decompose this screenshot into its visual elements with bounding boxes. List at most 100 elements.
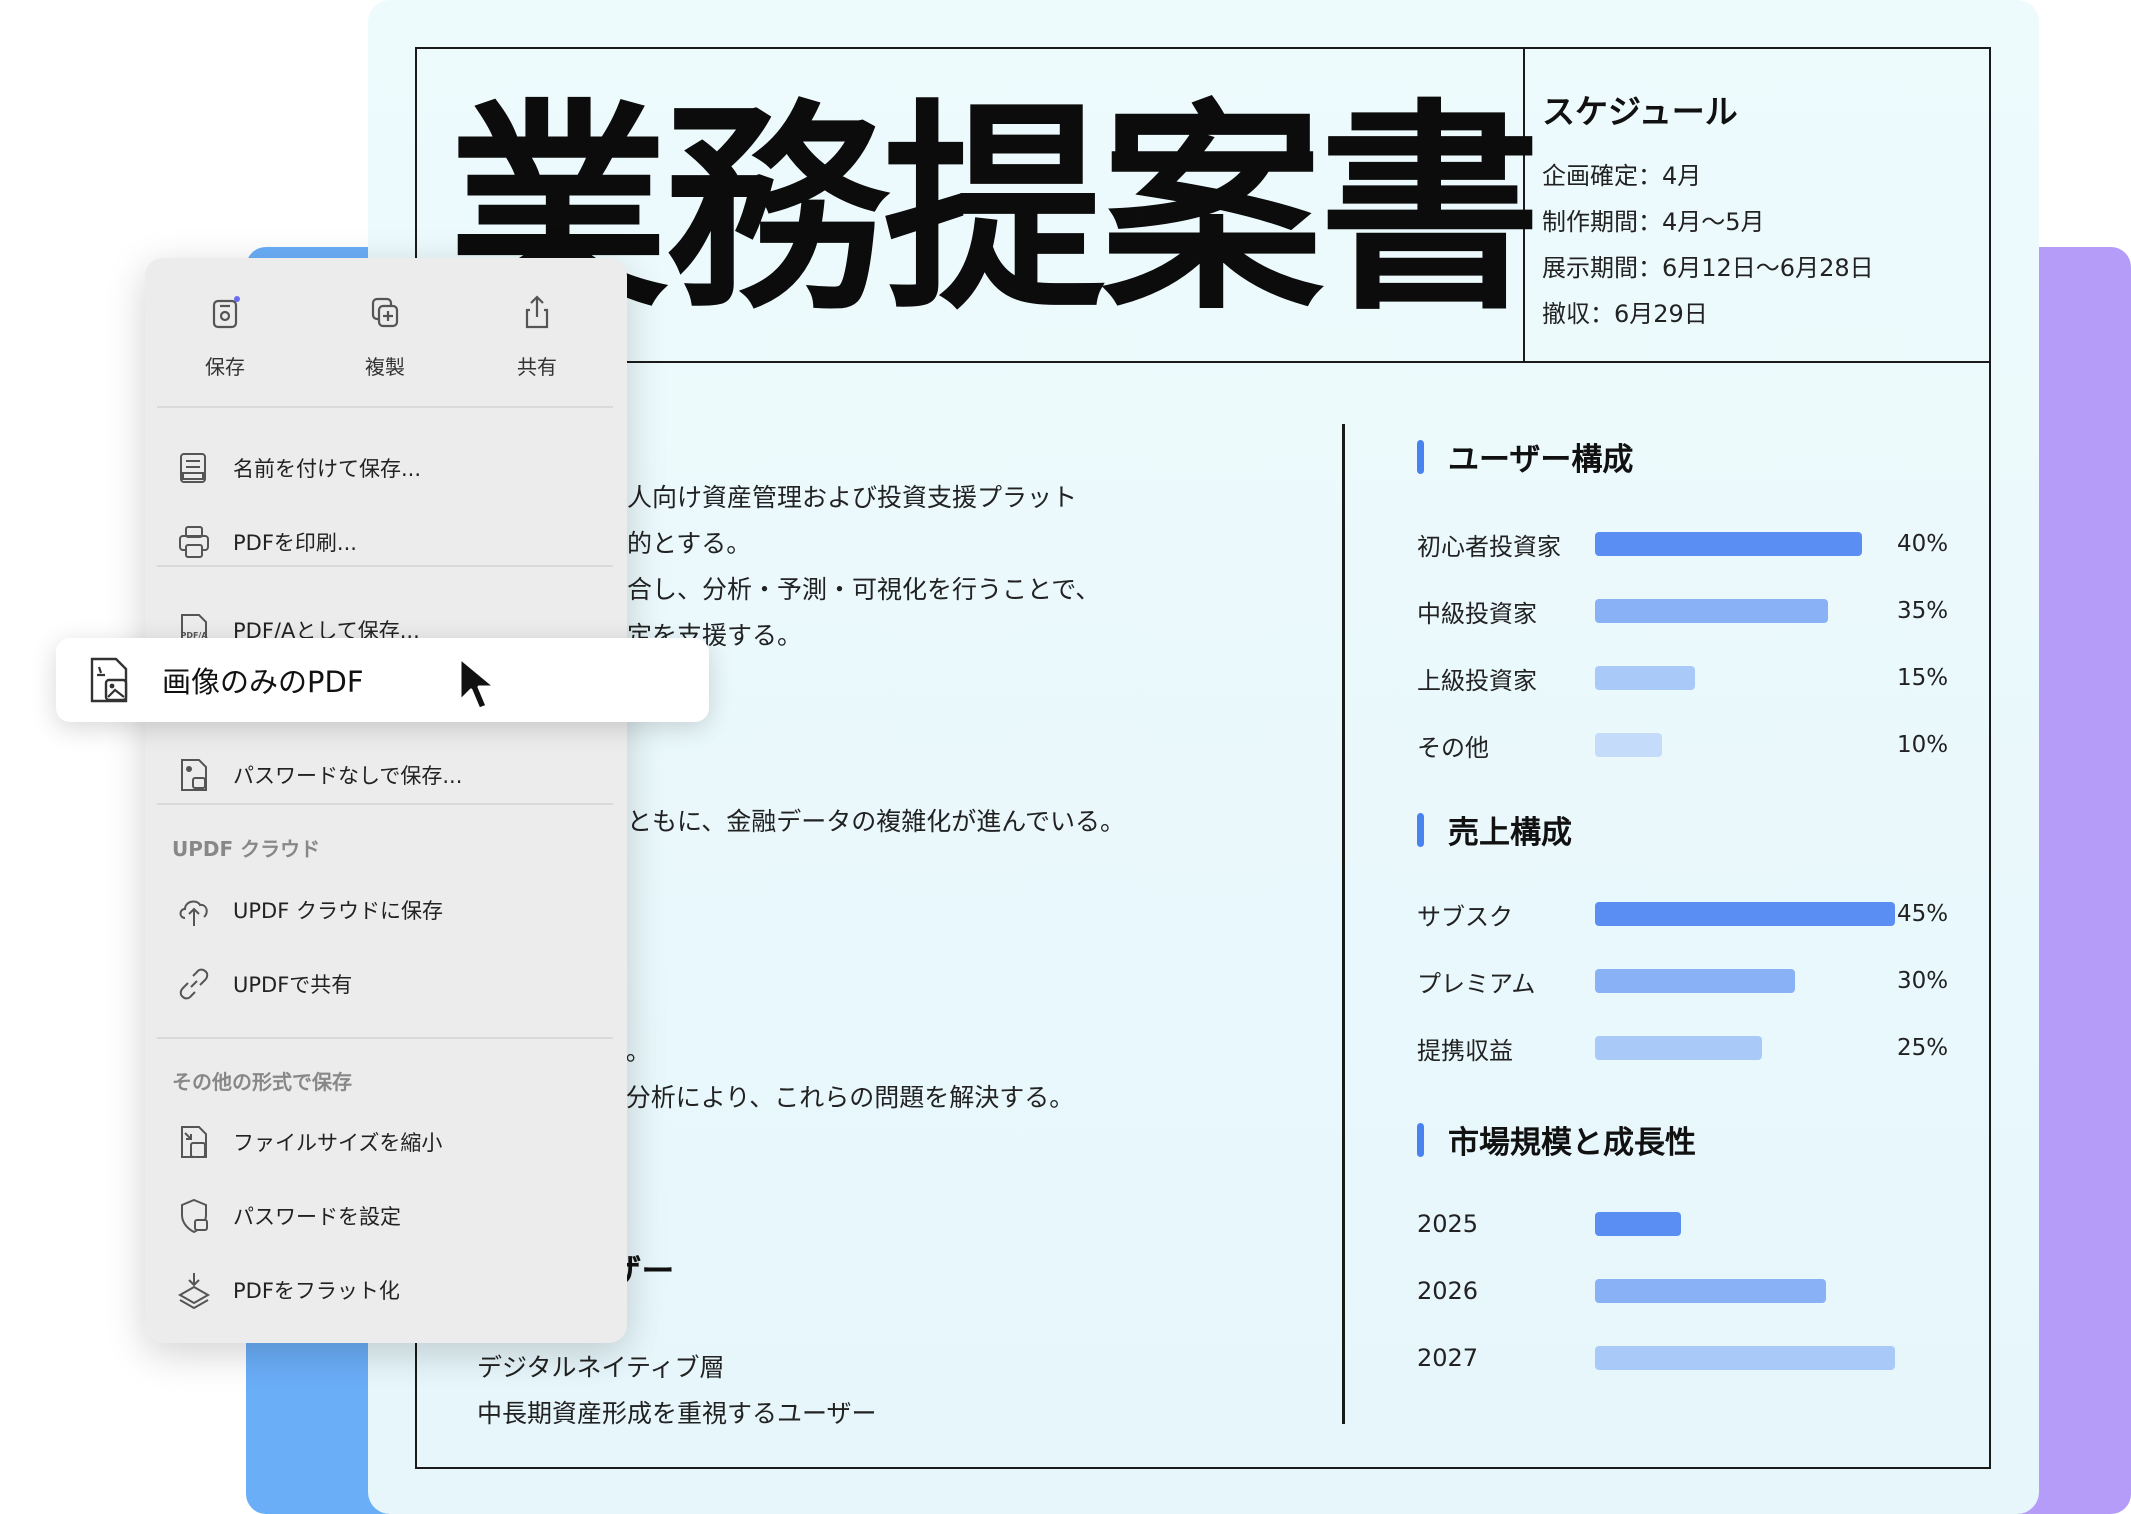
- menu-item-label: UPDF クラウドに保存: [233, 899, 443, 923]
- bar: [1595, 599, 1828, 623]
- column-divider: [1342, 424, 1345, 1424]
- unlock-document-icon: [181, 759, 207, 791]
- bar-track: [1595, 532, 1895, 556]
- bar-value-label: 25%: [1897, 1035, 1949, 1061]
- share-button[interactable]: 共有: [487, 293, 587, 380]
- menu-top-actions: 保存 複製 共有: [145, 293, 627, 379]
- bar-track: [1595, 969, 1895, 993]
- schedule-line: 企画確定：4月: [1542, 162, 1702, 190]
- title-accent-bar: [1417, 439, 1424, 474]
- paragraph-line: デジタルネイティブ層: [477, 1353, 725, 1382]
- chart-title-text: 売上構成: [1448, 815, 1572, 851]
- export-menu: 保存 複製 共有 名前を付けて保存... PDFを印刷... PDF/A PDF…: [145, 258, 627, 1343]
- menu-divider: [157, 803, 613, 805]
- bar-category-label: 中級投資家: [1417, 599, 1537, 628]
- bar-track: [1595, 902, 1895, 926]
- bar-row: 2027: [1417, 1338, 1957, 1378]
- menu-item-label: PDFをフラット化: [233, 1279, 400, 1303]
- schedule-box: スケジュール 企画確定：4月 制作期間：4月〜5月 展示期間：6月12日〜6月2…: [1542, 79, 1962, 337]
- schedule-line: 撤収：6月29日: [1542, 300, 1708, 328]
- menu-divider: [157, 1037, 613, 1039]
- duplicate-label: 複製: [365, 355, 405, 379]
- bar: [1595, 1346, 1895, 1370]
- bar-track: [1595, 1036, 1895, 1060]
- menu-item-image-only-pdf[interactable]: 画像のみのPDF: [56, 638, 709, 722]
- menu-item-label: パスワードを設定: [233, 1205, 401, 1229]
- bar-category-label: その他: [1417, 733, 1489, 762]
- other-formats-header: その他の形式で保存: [172, 1070, 352, 1094]
- bar-value-label: 15%: [1897, 665, 1949, 691]
- menu-item-flatten[interactable]: PDFをフラット化: [175, 1270, 400, 1310]
- title-accent-bar: [1417, 812, 1424, 847]
- bar: [1595, 532, 1862, 556]
- cloud-section-header: UPDF クラウド: [172, 837, 321, 861]
- bar-row: 提携収益 25%: [1417, 1028, 1957, 1068]
- chart-title-market: 市場規模と成長性: [1417, 1117, 1696, 1162]
- title-accent-bar: [1417, 1122, 1424, 1157]
- schedule-title: スケジュール: [1542, 92, 1738, 131]
- duplicate-button[interactable]: 複製: [335, 293, 435, 380]
- save-button[interactable]: 保存: [175, 293, 275, 380]
- bar: [1595, 1279, 1826, 1303]
- menu-divider: [157, 565, 613, 567]
- menu-item-label: ファイルサイズを縮小: [233, 1131, 443, 1155]
- bar-track: [1595, 1279, 1895, 1303]
- bar-category-label: 提携収益: [1417, 1036, 1513, 1065]
- save-as-icon: [180, 453, 206, 483]
- bar-value-label: 30%: [1897, 968, 1949, 994]
- duplicate-icon: [371, 297, 399, 328]
- menu-item-label: 画像のみのPDF: [162, 665, 364, 699]
- bar-row: プレミアム 30%: [1417, 961, 1957, 1001]
- menu-item-label: PDFを印刷...: [233, 531, 357, 555]
- bar-value-label: 45%: [1897, 901, 1949, 927]
- document-frame: 業務提案書 スケジュール 企画確定：4月 制作期間：4月〜5月 展示期間：6月1…: [415, 47, 1991, 1469]
- bar-row: 中級投資家 35%: [1417, 591, 1957, 631]
- menu-item-save-cloud[interactable]: UPDF クラウドに保存: [175, 890, 443, 930]
- bar: [1595, 1212, 1681, 1236]
- chart-title-text: 市場規模と成長性: [1448, 1125, 1696, 1161]
- bar-category-label: 2026: [1417, 1277, 1479, 1305]
- chart-title-users: ユーザー構成: [1417, 434, 1633, 479]
- bar-category-label: 初心者投資家: [1417, 532, 1561, 561]
- bar: [1595, 969, 1795, 993]
- bar-track: [1595, 733, 1895, 757]
- bar-value-label: 40%: [1897, 531, 1949, 557]
- bar-row: 2026: [1417, 1271, 1957, 1311]
- menu-item-reduce-size[interactable]: ファイルサイズを縮小: [175, 1122, 442, 1162]
- menu-item-label: パスワードなしで保存...: [233, 764, 463, 788]
- shield-lock-icon: [181, 1198, 208, 1234]
- bar-row: 初心者投資家 40%: [1417, 524, 1957, 564]
- menu-item-share-updf[interactable]: UPDFで共有: [175, 964, 352, 1004]
- cloud-upload-icon: [179, 900, 208, 926]
- schedule-line: 制作期間：4月〜5月: [1542, 208, 1765, 236]
- bar-category-label: サブスク: [1417, 902, 1513, 931]
- bar-track: [1595, 666, 1895, 690]
- bar-row: サブスク 45%: [1417, 894, 1957, 934]
- compress-icon: [181, 1126, 207, 1158]
- mouse-pointer-icon: [458, 656, 497, 711]
- share-icon: [525, 295, 549, 329]
- bar-row: その他 10%: [1417, 725, 1957, 765]
- menu-item-print[interactable]: PDFを印刷...: [175, 522, 357, 562]
- bar-value-label: 10%: [1897, 732, 1949, 758]
- bar-track: [1595, 599, 1895, 623]
- schedule-line: 展示期間：6月12日〜6月28日: [1542, 254, 1874, 282]
- menu-item-set-password[interactable]: パスワードを設定: [175, 1196, 401, 1236]
- bar-track: [1595, 1212, 1895, 1236]
- bar-category-label: 上級投資家: [1417, 666, 1537, 695]
- bar-category-label: 2025: [1417, 1210, 1479, 1238]
- menu-item-label: UPDFで共有: [233, 973, 353, 997]
- bar: [1595, 733, 1662, 757]
- chart-title-text: ユーザー構成: [1448, 442, 1634, 478]
- bar: [1595, 902, 1895, 926]
- chart-title-sales: 売上構成: [1417, 807, 1572, 852]
- bar-value-label: 35%: [1897, 598, 1949, 624]
- menu-item-save-no-password[interactable]: パスワードなしで保存...: [175, 755, 462, 795]
- bar-row: 上級投資家 15%: [1417, 658, 1957, 698]
- save-icon: [212, 296, 240, 329]
- menu-divider: [157, 406, 613, 408]
- printer-icon: [179, 526, 209, 558]
- menu-item-label: 名前を付けて保存...: [233, 457, 422, 481]
- paragraph-line: 中長期資産形成を重視するユーザー: [477, 1399, 877, 1428]
- menu-item-save-as[interactable]: 名前を付けて保存...: [175, 448, 421, 488]
